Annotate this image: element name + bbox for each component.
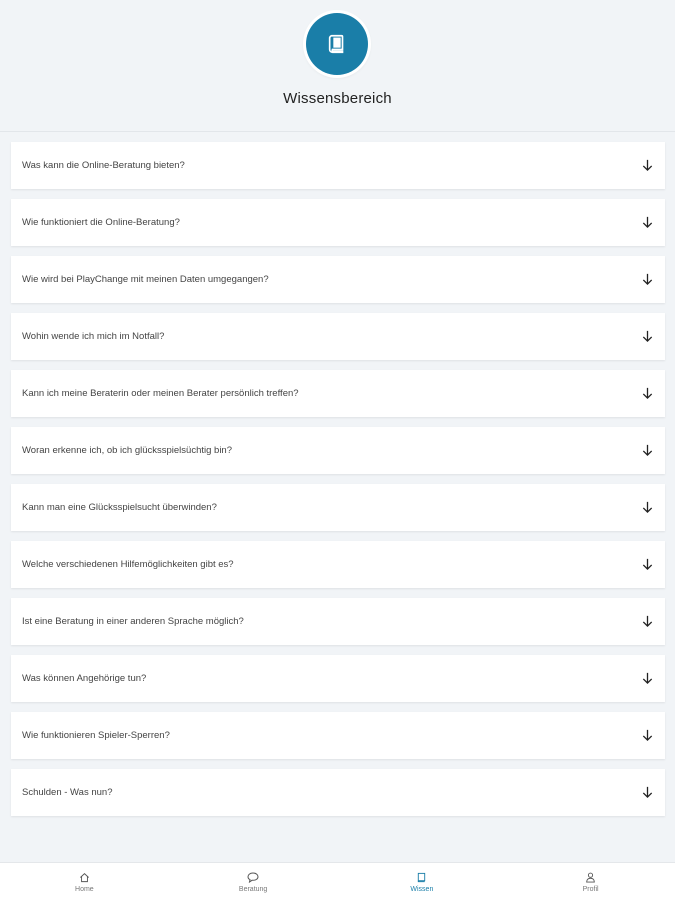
faq-list: Was kann die Online-Beratung bieten? Wie… xyxy=(11,142,665,826)
arrow-down-icon xyxy=(640,159,654,173)
faq-item[interactable]: Ist eine Beratung in einer anderen Sprac… xyxy=(11,598,665,645)
faq-item[interactable]: Wie funktionieren Spieler-Sperren? xyxy=(11,712,665,759)
nav-item-beratung[interactable]: Beratung xyxy=(169,863,338,901)
nav-label: Wissen xyxy=(410,886,434,893)
chat-bubble-icon xyxy=(247,871,259,883)
faq-question: Wie funktioniert die Online-Beratung? xyxy=(22,217,180,228)
nav-item-profil[interactable]: Profil xyxy=(506,863,675,901)
nav-item-home[interactable]: Home xyxy=(0,863,169,901)
arrow-down-icon xyxy=(640,330,654,344)
faq-question: Wie wird bei PlayChange mit meinen Daten… xyxy=(22,274,269,285)
faq-question: Kann ich meine Beraterin oder meinen Ber… xyxy=(22,388,299,399)
arrow-down-icon xyxy=(640,216,654,230)
home-icon xyxy=(78,871,90,883)
faq-question: Woran erkenne ich, ob ich glücksspielsüc… xyxy=(22,445,232,456)
faq-item[interactable]: Schulden - Was nun? xyxy=(11,769,665,816)
book-icon xyxy=(306,13,368,75)
arrow-down-icon xyxy=(640,558,654,572)
bottom-nav: Home Beratung Wissen Profil xyxy=(0,862,675,901)
faq-question: Wohin wende ich mich im Notfall? xyxy=(22,331,165,342)
faq-item[interactable]: Wohin wende ich mich im Notfall? xyxy=(11,313,665,360)
arrow-down-icon xyxy=(640,729,654,743)
faq-question: Was können Angehörige tun? xyxy=(22,673,147,684)
nav-label: Home xyxy=(75,886,94,893)
faq-question: Kann man eine Glücksspielsucht überwinde… xyxy=(22,502,217,513)
faq-item[interactable]: Wie funktioniert die Online-Beratung? xyxy=(11,199,665,246)
faq-question: Schulden - Was nun? xyxy=(22,787,113,798)
arrow-down-icon xyxy=(640,273,654,287)
arrow-down-icon xyxy=(640,615,654,629)
arrow-down-icon xyxy=(640,387,654,401)
page-title: Wissensbereich xyxy=(283,90,392,107)
arrow-down-icon xyxy=(640,786,654,800)
faq-item[interactable]: Wie wird bei PlayChange mit meinen Daten… xyxy=(11,256,665,303)
nav-item-wissen[interactable]: Wissen xyxy=(338,863,507,901)
arrow-down-icon xyxy=(640,444,654,458)
user-icon xyxy=(585,871,597,883)
faq-item[interactable]: Welche verschiedenen Hilfemöglichkeiten … xyxy=(11,541,665,588)
faq-item[interactable]: Woran erkenne ich, ob ich glücksspielsüc… xyxy=(11,427,665,474)
book-icon xyxy=(416,871,428,883)
arrow-down-icon xyxy=(640,672,654,686)
faq-question: Welche verschiedenen Hilfemöglichkeiten … xyxy=(22,559,234,570)
faq-question: Wie funktionieren Spieler-Sperren? xyxy=(22,730,170,741)
arrow-down-icon xyxy=(640,501,654,515)
faq-question: Ist eine Beratung in einer anderen Sprac… xyxy=(22,616,244,627)
nav-label: Beratung xyxy=(238,886,268,893)
faq-question: Was kann die Online-Beratung bieten? xyxy=(22,160,185,171)
faq-item[interactable]: Was kann die Online-Beratung bieten? xyxy=(11,142,665,189)
faq-item[interactable]: Kann man eine Glücksspielsucht überwinde… xyxy=(11,484,665,531)
nav-label: Profil xyxy=(582,886,599,893)
faq-item[interactable]: Was können Angehörige tun? xyxy=(11,655,665,702)
faq-item[interactable]: Kann ich meine Beraterin oder meinen Ber… xyxy=(11,370,665,417)
header: Wissensbereich xyxy=(0,0,675,132)
